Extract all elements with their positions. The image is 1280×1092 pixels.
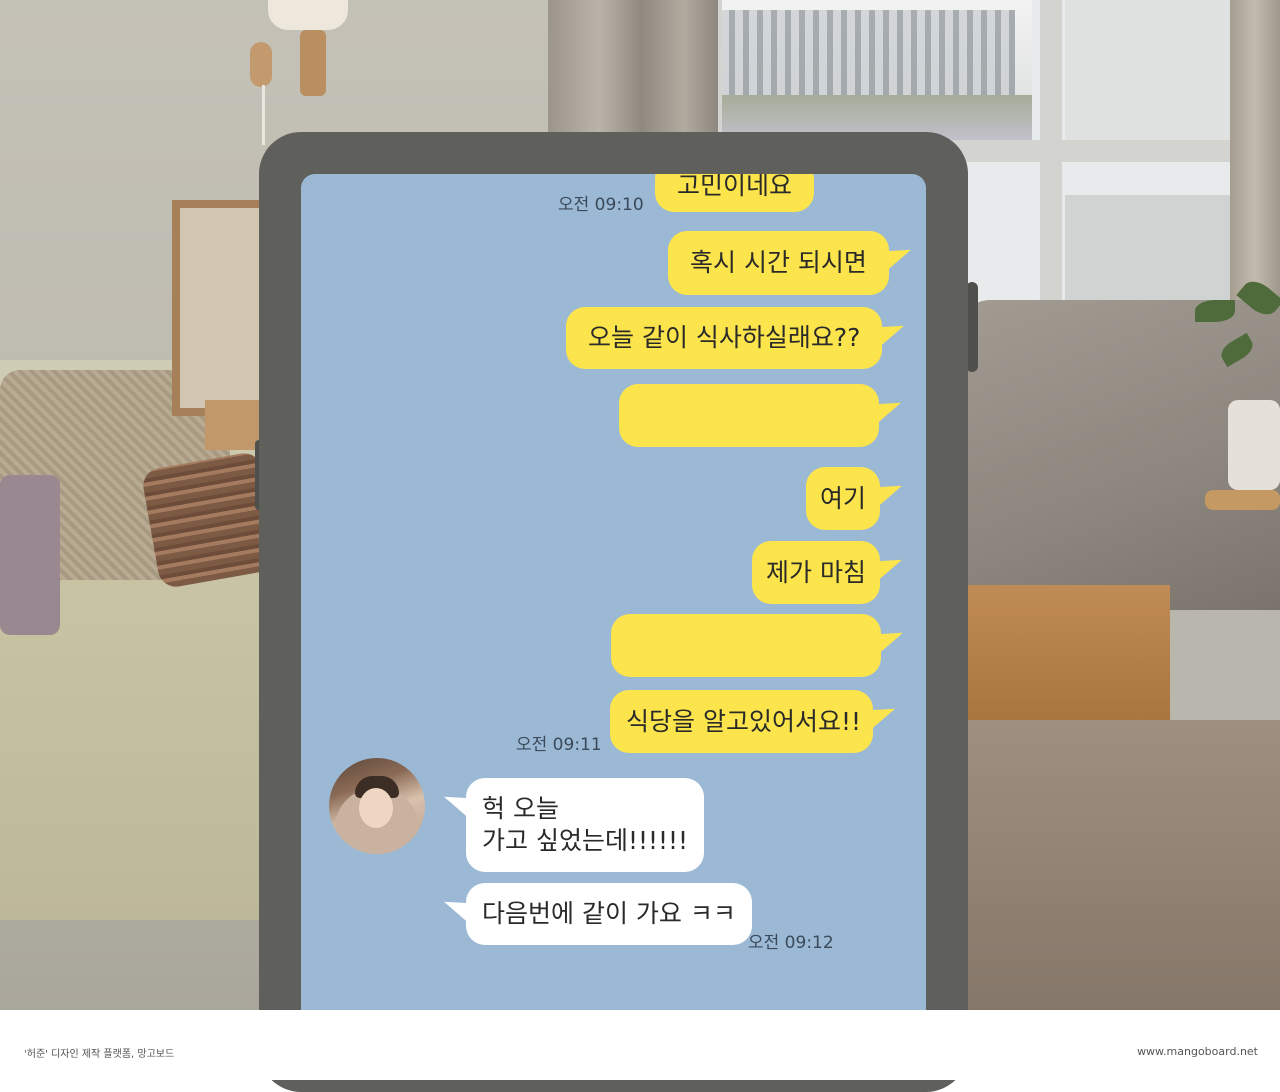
bubble-tail bbox=[869, 701, 895, 732]
chat-bubble-outgoing[interactable]: 여기 bbox=[806, 467, 903, 530]
profile-avatar[interactable] bbox=[329, 758, 425, 854]
bubble-tail bbox=[876, 478, 903, 509]
message-text: 여기 bbox=[820, 483, 867, 513]
chat-bubble-outgoing[interactable]: 오늘 같이 식사하실래요?? bbox=[566, 307, 905, 369]
timestamp: 오전 09:10 bbox=[558, 195, 644, 215]
message-text: 헉 오늘 가고 싶었는데!!!!!! bbox=[482, 793, 688, 857]
message-line: 헉 오늘 bbox=[482, 794, 559, 823]
lamp-arm bbox=[300, 30, 326, 96]
timestamp: 오전 09:12 bbox=[748, 933, 834, 953]
lamp-cord bbox=[262, 85, 265, 145]
bubble-tail bbox=[877, 625, 903, 656]
chat-bubble-outgoing[interactable]: 고민이네요 bbox=[655, 174, 815, 212]
bubble-tail bbox=[878, 318, 905, 349]
stool bbox=[1205, 490, 1280, 510]
window-pane-right-lower bbox=[1065, 195, 1235, 305]
window-pane-right bbox=[1065, 0, 1235, 140]
footer-credit: '허준' 디자인 제작 플랫폼, 망고보드 bbox=[24, 1049, 175, 1060]
message-text: 식당을 알고있어서요!! bbox=[626, 706, 861, 736]
plant-pot bbox=[1228, 400, 1280, 490]
bubble-tail bbox=[875, 552, 902, 583]
avatar-face bbox=[359, 788, 393, 828]
chat-bubble-outgoing[interactable]: 식당을 알고있어서요!! bbox=[610, 690, 895, 753]
pink-cushion bbox=[0, 475, 60, 635]
message-text: 제가 마침 bbox=[766, 557, 866, 587]
bubble-tail bbox=[444, 894, 470, 925]
chat-bubble-outgoing[interactable]: 혹시 시간 되시면 bbox=[668, 231, 911, 295]
chat-bubble-incoming[interactable]: 헉 오늘 가고 싶었는데!!!!!! bbox=[444, 778, 705, 872]
chat-screen[interactable]: 고민이네요 오전 09:10 혹시 시간 되시면 오늘 같이 식사하실래요?? … bbox=[301, 174, 926, 1080]
footer-url[interactable]: www.mangoboard.net bbox=[1137, 1045, 1258, 1058]
message-text: 고민이네요 bbox=[677, 174, 793, 200]
chat-bubble-outgoing-empty[interactable] bbox=[619, 384, 901, 447]
leaf bbox=[1195, 300, 1235, 322]
chat-bubble-outgoing[interactable]: 제가 마침 bbox=[752, 541, 902, 604]
timestamp: 오전 09:11 bbox=[516, 735, 602, 755]
lamp-shade bbox=[268, 0, 348, 30]
bubble-tail bbox=[884, 242, 911, 273]
chat-bubble-incoming[interactable]: 다음번에 같이 가요 ㅋㅋ bbox=[444, 883, 752, 945]
message-line: 가고 싶었는데!!!!!! bbox=[482, 826, 689, 855]
bubble-tail bbox=[444, 789, 470, 820]
chat-bubble-outgoing-empty[interactable] bbox=[611, 614, 903, 677]
floor bbox=[960, 720, 1280, 1010]
message-text: 오늘 같이 식사하실래요?? bbox=[588, 323, 861, 352]
message-text: 다음번에 같이 가요 ㅋㅋ bbox=[482, 899, 736, 928]
lamp-mount bbox=[250, 42, 272, 87]
bed-frame bbox=[960, 585, 1170, 725]
footer bbox=[0, 1010, 1280, 1080]
message-text: 혹시 시간 되시면 bbox=[690, 248, 867, 277]
bubble-tail bbox=[875, 395, 901, 426]
